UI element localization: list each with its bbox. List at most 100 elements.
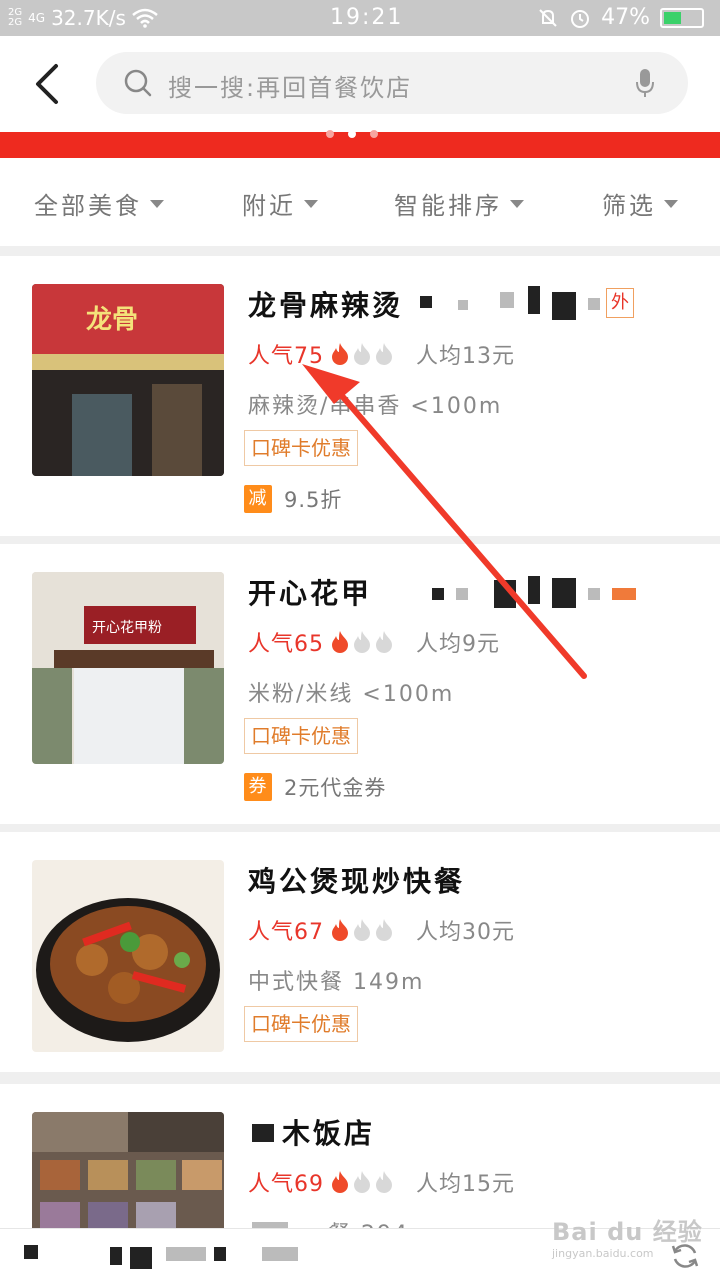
restaurant-name: 鸡公煲现炒快餐 (248, 865, 466, 898)
mic-icon[interactable] (636, 68, 654, 98)
koubei-card-tag: 口碑卡优惠 (244, 430, 358, 466)
pixelated-mask (588, 588, 600, 600)
back-icon[interactable] (30, 62, 70, 106)
flame-lit-icon (332, 1171, 348, 1193)
caret-down-icon (304, 199, 318, 208)
promo-text: 2元代金券 (284, 776, 387, 800)
filter-all-food[interactable]: 全部美食 (34, 186, 164, 221)
filter-nearby[interactable]: 附近 (242, 186, 318, 221)
flame-unlit-icon (354, 1171, 370, 1193)
filter-sort[interactable]: 智能排序 (394, 186, 524, 221)
pixelated-mask (588, 298, 600, 310)
pixelated-mask (214, 1247, 226, 1261)
pixelated-mask (456, 588, 468, 600)
pixelated-mask (552, 292, 576, 320)
pixelated-mask (528, 286, 540, 314)
flame-unlit-icon (376, 919, 392, 941)
restaurant-photo (32, 860, 224, 1052)
popularity: 人气75 (248, 344, 324, 369)
watermark-main: Bai du 经验 (552, 1218, 703, 1246)
pixelated-mask (130, 1247, 152, 1269)
filter-label: 全部美食 (34, 192, 142, 220)
restaurant-photo: 开心花甲粉 (32, 572, 224, 764)
koubei-card-tag: 口碑卡优惠 (244, 718, 358, 754)
battery-percent: 47% (601, 5, 650, 30)
popularity: 人气65 (248, 632, 324, 657)
pixelated-mask (432, 588, 444, 600)
signal-bottom-label: 2G (8, 17, 23, 28)
restaurant-card[interactable]: 鸡公煲现炒快餐 人气67 人均30元 中式快餐 149m 口碑卡优惠 (0, 832, 720, 1072)
flame-unlit-icon (376, 343, 392, 365)
pixelated-mask (612, 588, 636, 600)
pixelated-mask (500, 292, 514, 308)
status-right: 47% (537, 5, 704, 30)
wifi-icon (132, 8, 158, 28)
flame-rating (330, 918, 394, 942)
alarm-icon (571, 9, 590, 28)
flame-unlit-icon (376, 631, 392, 653)
popularity-row: 人气65 人均9元 (248, 626, 500, 658)
restaurant-photo: 龙骨 (32, 284, 224, 476)
pixelated-mask (420, 296, 432, 308)
filter-screen[interactable]: 筛选 (602, 186, 678, 221)
battery-icon (660, 7, 704, 28)
mute-icon (539, 8, 557, 27)
carousel-dot (370, 130, 378, 138)
filter-label: 附近 (242, 192, 296, 220)
network-type: 4G (28, 11, 46, 25)
banner-carousel[interactable] (0, 130, 720, 158)
popularity: 人气67 (248, 920, 324, 945)
restaurant-name: 龙骨麻辣烫 (248, 289, 404, 322)
koubei-card-tag: 口碑卡优惠 (244, 1006, 358, 1042)
carousel-dots (326, 130, 378, 138)
category-distance: 米粉/米线 <100m (248, 682, 455, 707)
caret-down-icon (510, 199, 524, 208)
filter-label: 智能排序 (394, 192, 502, 220)
popularity-row: 人气69 人均15元 (248, 1166, 515, 1198)
search-bar[interactable]: 搜一搜:再回首餐饮店 (96, 52, 688, 114)
header: 搜一搜:再回首餐饮店 (0, 36, 720, 132)
avg-price: 人均13元 (416, 344, 515, 369)
network-speed: 32.7K/s (51, 6, 126, 30)
search-icon (124, 69, 152, 97)
carousel-dot (326, 130, 334, 138)
flame-unlit-icon (354, 919, 370, 941)
promo-badge: 减 (244, 485, 272, 513)
avg-price: 人均15元 (416, 1172, 515, 1197)
restaurant-card[interactable]: 龙骨 龙骨麻辣烫 外 人气75 人均13元 麻辣烫/串串香 <100m 口碑卡优… (0, 256, 720, 536)
pixelated-mask (552, 578, 576, 608)
flame-unlit-icon (354, 631, 370, 653)
avg-price: 人均9元 (416, 632, 500, 657)
promo-row: 减 9.5折 (244, 484, 342, 514)
restaurant-card[interactable]: 木饭店 人气69 人均15元 餐 294m (0, 1084, 720, 1228)
flame-unlit-icon (354, 343, 370, 365)
status-left: 2G 2G 4G 32.7K/s (8, 6, 158, 30)
filter-bar: 全部美食 附近 智能排序 筛选 (0, 158, 720, 246)
flame-unlit-icon (376, 1171, 392, 1193)
pixelated-mask (528, 576, 540, 604)
restaurant-name: 开心花甲 (248, 577, 373, 610)
pixelated-mask (458, 300, 468, 310)
flame-lit-icon (332, 631, 348, 653)
promo-text: 9.5折 (284, 488, 343, 512)
flame-rating (330, 1170, 394, 1194)
caret-down-icon (150, 199, 164, 208)
baidu-watermark: Bai du 经验 jingyan.baidu.com (552, 1212, 703, 1260)
flame-lit-icon (332, 919, 348, 941)
signal-labels: 2G 2G (8, 8, 22, 28)
avg-price: 人均30元 (416, 920, 515, 945)
flame-rating (330, 630, 394, 654)
shop-sign-text: 龙骨 (86, 305, 138, 335)
restaurant-card[interactable]: 开心花甲粉 开心花甲 人气65 人均9元 米粉/米线 <100m 口碑卡优惠 券… (0, 544, 720, 824)
pixelated-mask (24, 1245, 38, 1259)
flame-lit-icon (332, 343, 348, 365)
pixelated-mask (110, 1247, 122, 1265)
promo-row: 券 2元代金券 (244, 772, 386, 802)
search-placeholder: 搜一搜:再回首餐饮店 (168, 74, 413, 102)
pixelated-mask (262, 1247, 298, 1261)
popularity-row: 人气75 人均13元 (248, 338, 515, 370)
pixelated-mask (166, 1247, 206, 1261)
carousel-dot-active (348, 130, 356, 138)
category-distance: 麻辣烫/串串香 <100m (248, 394, 503, 419)
pixelated-mask (494, 580, 516, 608)
